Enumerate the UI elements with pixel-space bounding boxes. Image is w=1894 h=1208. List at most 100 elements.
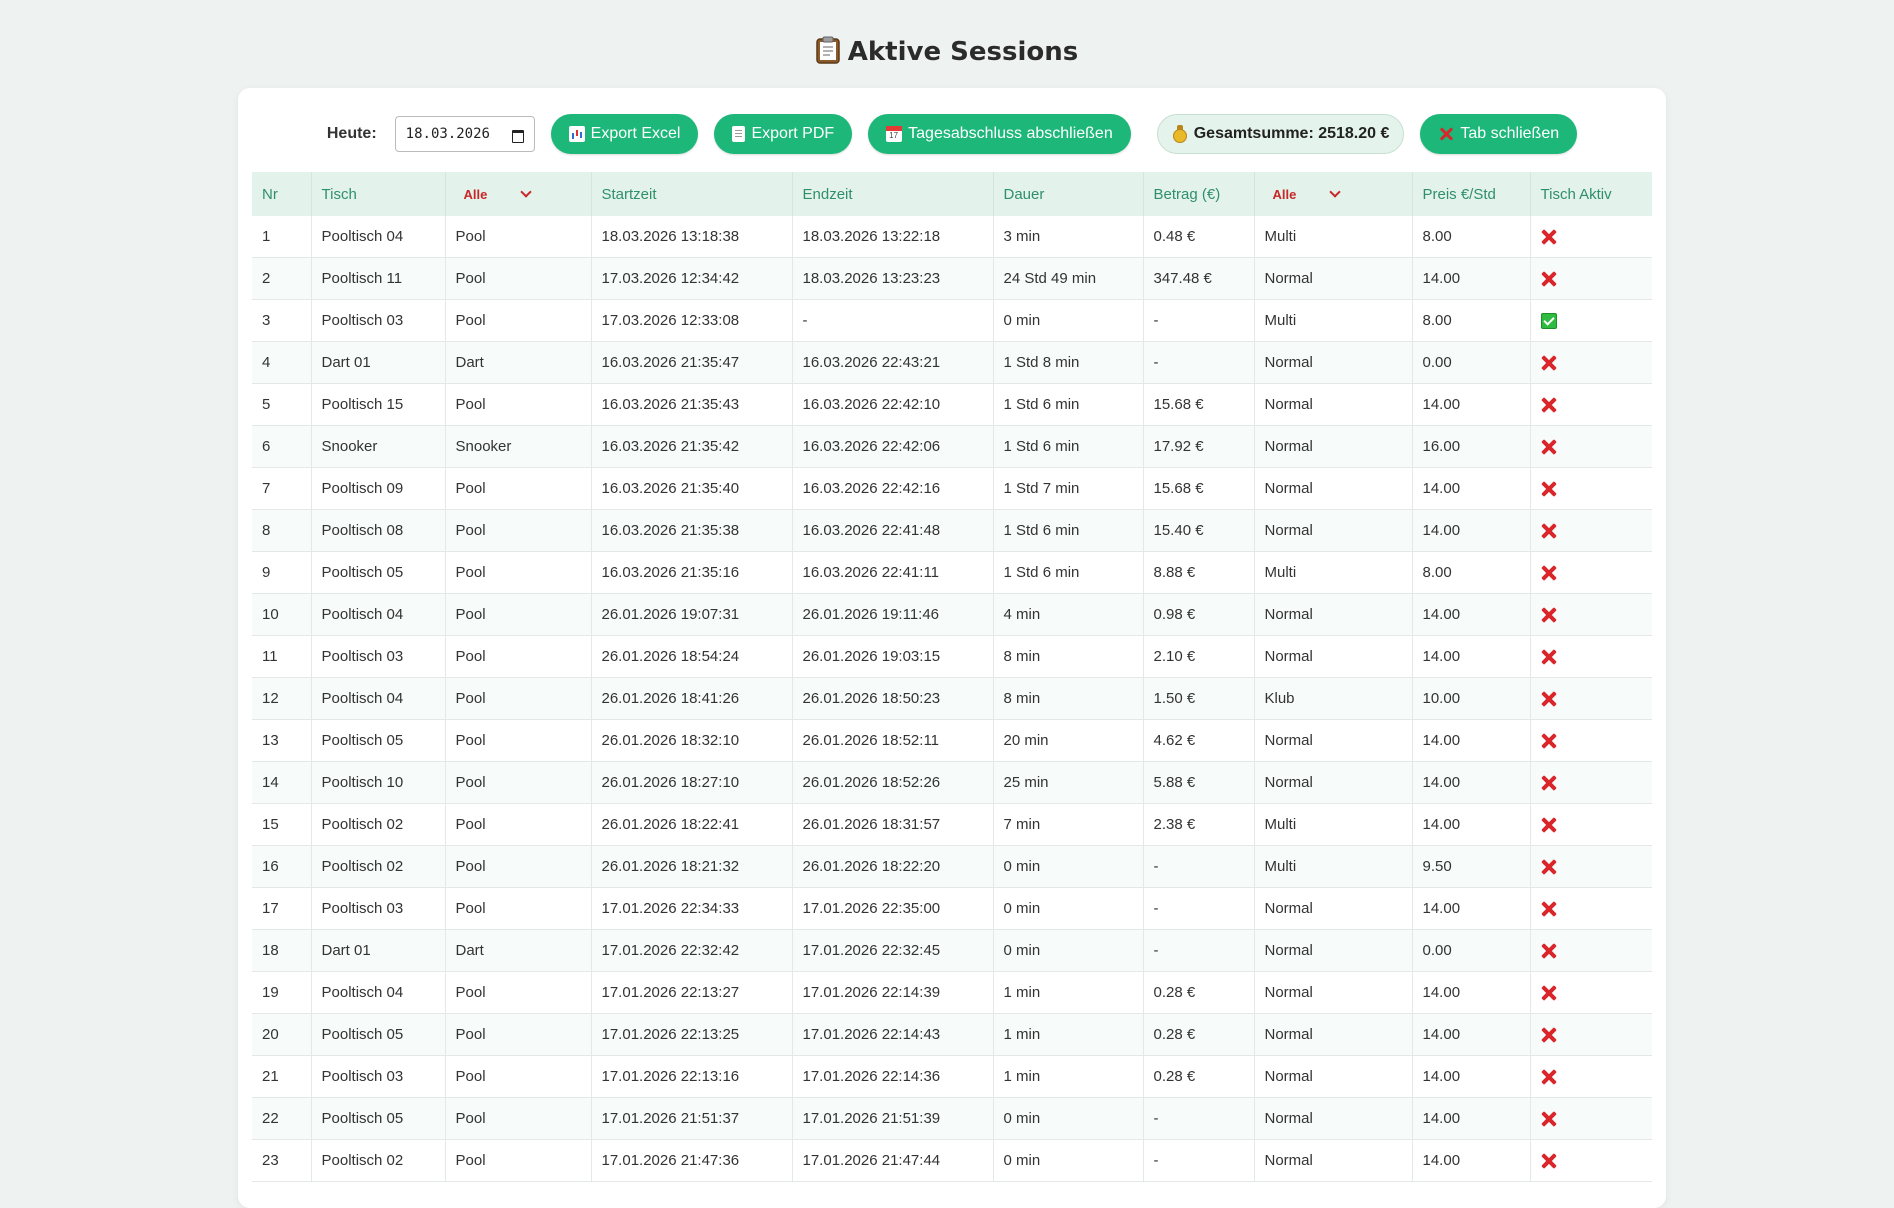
header-tisch[interactable]: Tisch bbox=[311, 172, 446, 216]
cell-active bbox=[1530, 593, 1652, 636]
table-row[interactable]: 7 Pooltisch 09 Pool 16.03.2026 21:35:40 16.0… bbox=[252, 467, 1652, 510]
table-row[interactable]: 11 Pooltisch 03 Pool 26.01.2026 18:54:24 26.… bbox=[252, 635, 1652, 678]
table-row[interactable]: 15 Pooltisch 02 Pool 26.01.2026 18:22:41 26.… bbox=[252, 803, 1652, 846]
type-filter-select[interactable]: Alle bbox=[455, 183, 538, 205]
cell-type: Pool bbox=[445, 467, 592, 510]
header-start[interactable]: Startzeit bbox=[591, 172, 793, 216]
table-row[interactable]: 6 Snooker Snooker 16.03.2026 21:35:42 16.03.… bbox=[252, 425, 1652, 468]
export-pdf-button[interactable]: Export PDF bbox=[714, 114, 853, 154]
day-close-button[interactable]: Tagesabschluss abschließen bbox=[868, 114, 1131, 154]
header-nr[interactable]: Nr bbox=[252, 172, 312, 216]
cell-betrag: 2.38 € bbox=[1143, 803, 1255, 846]
close-tab-button[interactable]: Tab schließen bbox=[1420, 114, 1578, 154]
table-row[interactable]: 17 Pooltisch 03 Pool 17.01.2026 22:34:33 17.… bbox=[252, 887, 1652, 930]
cell-end: 18.03.2026 13:22:18 bbox=[792, 216, 994, 258]
cell-nr: 23 bbox=[252, 1139, 312, 1182]
cell-nr: 4 bbox=[252, 341, 312, 384]
table-row[interactable]: 9 Pooltisch 05 Pool 16.03.2026 21:35:16 16.0… bbox=[252, 551, 1652, 594]
cell-tarif: Klub bbox=[1254, 677, 1413, 720]
cell-betrag: - bbox=[1143, 1139, 1255, 1182]
cell-end: 26.01.2026 18:31:57 bbox=[792, 803, 994, 846]
table-row[interactable]: 20 Pooltisch 05 Pool 17.01.2026 22:13:25 17.… bbox=[252, 1013, 1652, 1056]
cell-active bbox=[1530, 1097, 1652, 1140]
header-aktiv[interactable]: Tisch Aktiv bbox=[1530, 172, 1652, 216]
cell-start: 17.01.2026 22:13:27 bbox=[591, 971, 793, 1014]
cell-end: 18.03.2026 13:23:23 bbox=[792, 257, 994, 300]
cell-nr: 13 bbox=[252, 719, 312, 762]
cell-tisch: Pooltisch 02 bbox=[311, 803, 446, 846]
cell-tarif: Normal bbox=[1254, 635, 1413, 678]
export-excel-button[interactable]: Export Excel bbox=[550, 114, 699, 154]
table-row[interactable]: 10 Pooltisch 04 Pool 26.01.2026 19:07:31 26.… bbox=[252, 593, 1652, 636]
cell-betrag: 5.88 € bbox=[1143, 761, 1255, 804]
calendar-picker-icon[interactable] bbox=[511, 128, 524, 143]
cell-betrag: 2.10 € bbox=[1143, 635, 1255, 678]
export-pdf-label: Export PDF bbox=[751, 125, 835, 142]
date-input[interactable]: 18.03.2026 bbox=[394, 116, 535, 152]
bar-chart-icon bbox=[568, 126, 585, 142]
cell-preis: 0.00 bbox=[1412, 929, 1531, 972]
header-preis[interactable]: Preis €/Std bbox=[1412, 172, 1531, 216]
cell-end: 17.01.2026 22:14:39 bbox=[792, 971, 994, 1014]
cross-mark-icon bbox=[1541, 901, 1557, 917]
cell-betrag: 8.88 € bbox=[1143, 551, 1255, 594]
cell-dauer: 1 Std 6 min bbox=[993, 383, 1144, 426]
cell-tarif: Normal bbox=[1254, 1139, 1413, 1182]
table-row[interactable]: 16 Pooltisch 02 Pool 26.01.2026 18:21:32 26.… bbox=[252, 845, 1652, 888]
cell-end: 17.01.2026 21:51:39 bbox=[792, 1097, 994, 1140]
table-row[interactable]: 5 Pooltisch 15 Pool 16.03.2026 21:35:43 16.0… bbox=[252, 383, 1652, 426]
clipboard-icon bbox=[816, 36, 840, 71]
cell-type: Pool bbox=[445, 593, 592, 636]
cell-tarif: Normal bbox=[1254, 593, 1413, 636]
cell-type: Pool bbox=[445, 1055, 592, 1098]
header-betrag[interactable]: Betrag (€) bbox=[1143, 172, 1255, 216]
cell-tisch: Pooltisch 03 bbox=[311, 1055, 446, 1098]
tarif-filter-select[interactable]: Alle bbox=[1264, 183, 1347, 205]
cell-tarif: Multi bbox=[1254, 551, 1413, 594]
cell-active bbox=[1530, 803, 1652, 846]
cell-betrag: 0.28 € bbox=[1143, 971, 1255, 1014]
header-end[interactable]: Endzeit bbox=[792, 172, 994, 216]
cross-mark-icon bbox=[1541, 733, 1557, 749]
table-row[interactable]: 4 Dart 01 Dart 16.03.2026 21:35:47 16.03.202… bbox=[252, 341, 1652, 384]
cross-mark-icon bbox=[1541, 817, 1557, 833]
table-row[interactable]: 12 Pooltisch 04 Pool 26.01.2026 18:41:26 26.… bbox=[252, 677, 1652, 720]
cell-tisch: Pooltisch 04 bbox=[311, 216, 446, 258]
cell-end: 16.03.2026 22:41:48 bbox=[792, 509, 994, 552]
cell-betrag: 4.62 € bbox=[1143, 719, 1255, 762]
cell-start: 26.01.2026 18:32:10 bbox=[591, 719, 793, 762]
cell-end: 26.01.2026 18:22:20 bbox=[792, 845, 994, 888]
cell-dauer: 0 min bbox=[993, 887, 1144, 930]
cell-end: 16.03.2026 22:42:16 bbox=[792, 467, 994, 510]
table-row[interactable]: 19 Pooltisch 04 Pool 17.01.2026 22:13:27 17.… bbox=[252, 971, 1652, 1014]
cell-end: 26.01.2026 18:50:23 bbox=[792, 677, 994, 720]
cell-end: 16.03.2026 22:43:21 bbox=[792, 341, 994, 384]
day-close-label: Tagesabschluss abschließen bbox=[908, 125, 1113, 142]
cell-nr: 12 bbox=[252, 677, 312, 720]
cell-type: Dart bbox=[445, 929, 592, 972]
table-row[interactable]: 8 Pooltisch 08 Pool 16.03.2026 21:35:38 16.0… bbox=[252, 509, 1652, 552]
table-row[interactable]: 2 Pooltisch 11 Pool 17.03.2026 12:34:42 18.0… bbox=[252, 257, 1652, 300]
cell-type: Pool bbox=[445, 971, 592, 1014]
cell-active bbox=[1530, 1013, 1652, 1056]
table-row[interactable]: 21 Pooltisch 03 Pool 17.01.2026 22:13:16 17.… bbox=[252, 1055, 1652, 1098]
cell-preis: 16.00 bbox=[1412, 425, 1531, 468]
cell-tisch: Dart 01 bbox=[311, 929, 446, 972]
cell-preis: 14.00 bbox=[1412, 635, 1531, 678]
table-row[interactable]: 1 Pooltisch 04 Pool 18.03.2026 13:18:38 18.0… bbox=[252, 216, 1652, 258]
cell-start: 17.01.2026 22:34:33 bbox=[591, 887, 793, 930]
cell-start: 26.01.2026 18:27:10 bbox=[591, 761, 793, 804]
cell-dauer: 1 Std 6 min bbox=[993, 551, 1144, 594]
cell-preis: 8.00 bbox=[1412, 216, 1531, 258]
table-row[interactable]: 23 Pooltisch 02 Pool 17.01.2026 21:47:36 17.… bbox=[252, 1139, 1652, 1182]
header-dauer[interactable]: Dauer bbox=[993, 172, 1144, 216]
table-row[interactable]: 13 Pooltisch 05 Pool 26.01.2026 18:32:10 26.… bbox=[252, 719, 1652, 762]
table-row[interactable]: 3 Pooltisch 03 Pool 17.03.2026 12:33:08-0 m… bbox=[252, 299, 1652, 342]
cell-type: Pool bbox=[445, 635, 592, 678]
cell-preis: 8.00 bbox=[1412, 551, 1531, 594]
header-type-filter: Alle bbox=[445, 172, 592, 216]
table-row[interactable]: 18 Dart 01 Dart 17.01.2026 22:32:42 17.01.20… bbox=[252, 929, 1652, 972]
table-row[interactable]: 14 Pooltisch 10 Pool 26.01.2026 18:27:10 26.… bbox=[252, 761, 1652, 804]
table-row[interactable]: 22 Pooltisch 05 Pool 17.01.2026 21:51:37 17.… bbox=[252, 1097, 1652, 1140]
cell-nr: 3 bbox=[252, 299, 312, 342]
